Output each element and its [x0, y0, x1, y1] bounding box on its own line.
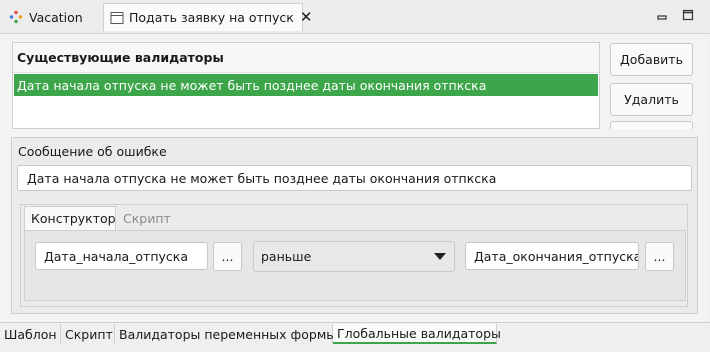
operator-select-value: раньше: [261, 249, 312, 264]
left-variable-field[interactable]: Дата_начала_отпуска: [35, 242, 208, 270]
tab-template[interactable]: Шаблон: [0, 324, 61, 344]
left-browse-button[interactable]: ...: [213, 242, 242, 271]
validators-list: Существующие валидаторы Дата начала отпу…: [12, 42, 600, 129]
right-browse-button[interactable]: ...: [645, 242, 674, 271]
maximize-icon[interactable]: [681, 8, 695, 22]
tab-script[interactable]: Скрипт: [117, 206, 175, 230]
tab-vacation[interactable]: Vacation: [4, 3, 102, 31]
validators-header: Существующие валидаторы: [13, 43, 599, 73]
minimize-icon[interactable]: [655, 8, 669, 22]
process-icon: [8, 9, 24, 25]
error-message-input[interactable]: Дата начала отпуска не может быть поздне…: [17, 165, 692, 191]
close-icon[interactable]: ✕: [300, 10, 313, 25]
operator-select[interactable]: раньше: [253, 241, 455, 272]
delete-button[interactable]: Удалить: [610, 83, 693, 116]
tab-form-variable-validators[interactable]: Валидаторы переменных формы: [115, 324, 336, 344]
add-button[interactable]: Добавить: [610, 43, 693, 76]
tab-vacation-request-label: Подать заявку на отпуск: [129, 10, 294, 25]
partial-button[interactable]: [610, 121, 693, 129]
tab-constructor[interactable]: Конструктор: [24, 206, 116, 230]
validator-item[interactable]: Дата начала отпуска не может быть поздне…: [14, 74, 598, 96]
form-icon: [110, 10, 124, 26]
tab-vacation-request[interactable]: Подать заявку на отпуск ✕: [103, 3, 312, 31]
dropdown-arrow-icon: [434, 253, 446, 260]
tab-bottom-script[interactable]: Скрипт: [61, 324, 115, 344]
error-message-label: Сообщение об ошибке: [18, 144, 167, 159]
right-variable-field[interactable]: Дата_окончания_отпуска: [465, 242, 639, 270]
tab-vacation-label: Vacation: [29, 9, 83, 25]
tab-global-validators[interactable]: Глобальные валидаторы: [333, 324, 501, 344]
